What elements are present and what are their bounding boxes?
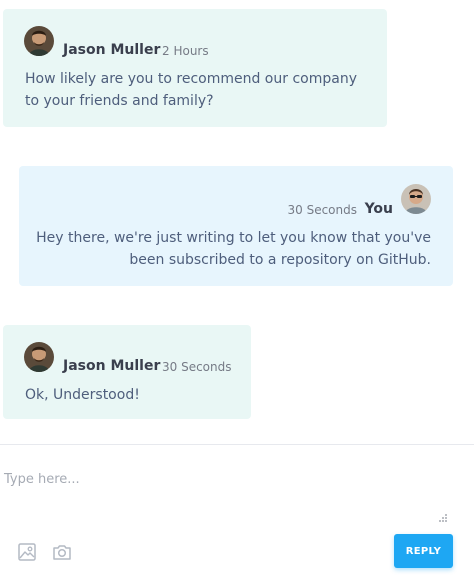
message-text-line: Hey there, we're just writing to let you…	[36, 230, 431, 246]
message-text-line: How likely are you to recommend our comp…	[25, 71, 357, 87]
avatar-image	[24, 26, 54, 56]
message-time: 2 Hours	[162, 44, 209, 58]
message-text: Ok, Understood!	[25, 384, 245, 406]
message-text-line: to your friends and family?	[25, 93, 214, 109]
message-text-line: been subscribed to a repository on GitHu…	[129, 252, 431, 268]
avatar[interactable]	[24, 342, 54, 372]
reply-button[interactable]: REPLY	[394, 534, 453, 568]
avatar-image	[24, 342, 54, 372]
message-time: 30 Seconds	[162, 360, 232, 374]
message-time: 30 Seconds	[287, 203, 358, 217]
resize-grip-icon[interactable]	[438, 508, 448, 522]
image-icon[interactable]	[17, 542, 37, 562]
message-text: How likely are you to recommend our comp…	[25, 68, 375, 112]
message-bubble: 30 Seconds You Hey there, we're just wri…	[19, 166, 453, 286]
message-text-line: Ok, Understood!	[25, 387, 140, 403]
camera-icon[interactable]	[52, 542, 72, 562]
sender-name: Jason Muller	[63, 42, 161, 58]
avatar-image	[401, 184, 431, 214]
message-bubble: Jason Muller 30 Seconds Ok, Understood!	[3, 325, 251, 419]
message-input[interactable]	[0, 445, 474, 525]
sender-name: Jason Muller	[63, 358, 161, 374]
sender-name: You	[364, 201, 393, 217]
avatar[interactable]	[401, 184, 431, 214]
message-bubble: Jason Muller 2 Hours How likely are you …	[3, 9, 387, 127]
avatar[interactable]	[24, 26, 54, 56]
message-text: Hey there, we're just writing to let you…	[21, 227, 431, 271]
